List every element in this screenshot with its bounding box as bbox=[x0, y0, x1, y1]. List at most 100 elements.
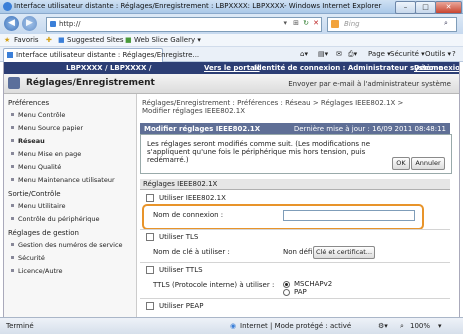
zoom-dropdown-icon[interactable]: ▾ bbox=[438, 322, 442, 330]
tab-current[interactable]: Interface utilisateur distante : Réglage… bbox=[3, 48, 199, 63]
title-bar: Interface utilisateur distante : Réglage… bbox=[0, 0, 463, 14]
dropdown-icon[interactable]: ▾ bbox=[283, 19, 287, 27]
refresh-icon[interactable]: ↻ bbox=[303, 19, 309, 27]
mail-admin-link[interactable]: Envoyer par e-mail à l'administrateur sy… bbox=[288, 80, 451, 88]
page-header: Réglages/Enregistrement Envoyer par e-ma… bbox=[4, 74, 459, 94]
use-peap-label: Utiliser PEAP bbox=[159, 302, 204, 310]
remote-ui-topbar: LBPXXXX / LBPXXXX / Vers le portail Iden… bbox=[4, 62, 459, 74]
maximize-button[interactable]: □ bbox=[415, 1, 436, 14]
home-icon[interactable]: ⌂▾ bbox=[300, 50, 308, 58]
page-menu[interactable]: Page ▾ bbox=[368, 50, 391, 58]
section-title: Réglages IEEE802.1X bbox=[143, 180, 218, 188]
sidebar-item-service-numbers[interactable]: Gestion des numéros de service bbox=[11, 241, 123, 249]
page-icon bbox=[50, 21, 56, 27]
divider bbox=[140, 298, 450, 299]
use-ieee-checkbox[interactable] bbox=[146, 194, 154, 202]
settings-logo-icon bbox=[8, 77, 20, 89]
use-tls-checkbox[interactable] bbox=[146, 233, 154, 241]
stop-icon[interactable]: ✕ bbox=[313, 19, 319, 27]
feeds-icon[interactable]: ▤▾ bbox=[318, 50, 328, 58]
sidebar-item-license[interactable]: Licence/Autre bbox=[11, 267, 63, 275]
modify-header-bar: Modifier réglages IEEE802.1X Dernière mi… bbox=[140, 123, 450, 134]
status-text: Terminé bbox=[6, 322, 34, 330]
pap-radio[interactable] bbox=[283, 289, 290, 296]
tab-title: Interface utilisateur distante : Réglage… bbox=[16, 51, 200, 59]
print-icon[interactable]: ⎙▾ bbox=[348, 50, 357, 59]
sidebar-item-network[interactable]: Réseau bbox=[11, 137, 45, 145]
use-peap-checkbox[interactable] bbox=[146, 302, 154, 310]
use-ieee-label: Utiliser IEEE802.1X bbox=[159, 194, 226, 202]
security-menu[interactable]: Sécurité ▾ bbox=[390, 50, 425, 58]
zoom-level[interactable]: 100% bbox=[410, 322, 430, 330]
use-tls-label: Utiliser TLS bbox=[159, 233, 199, 241]
zone-text: Internet | Mode protégé : activé bbox=[240, 322, 352, 330]
last-update: Dernière mise à jour : 16/09 2011 08:48:… bbox=[293, 125, 446, 133]
divider bbox=[140, 229, 450, 230]
pap-label: PAP bbox=[294, 288, 307, 296]
use-ttls-checkbox[interactable] bbox=[146, 266, 154, 274]
favorites-bar: ★ Favoris ✚ ■ Suggested Sites ▾ ■ Web Sl… bbox=[0, 34, 463, 47]
web-slice-gallery-link[interactable]: Web Slice Gallery ▾ bbox=[134, 36, 201, 44]
sidebar-item-layout[interactable]: Menu Mise en page bbox=[10, 150, 81, 158]
sidebar-section-management: Réglages de gestion bbox=[8, 229, 79, 237]
back-button[interactable]: ◀ bbox=[4, 16, 19, 31]
minimize-button[interactable]: – bbox=[395, 1, 416, 14]
use-ttls-label: Utiliser TTLS bbox=[159, 266, 203, 274]
message-box: Les réglages seront modifiés comme suit.… bbox=[140, 134, 452, 174]
mschapv2-label: MSCHAPv2 bbox=[294, 280, 333, 288]
globe-icon: ◉ bbox=[230, 322, 237, 330]
mschapv2-radio[interactable] bbox=[283, 281, 290, 288]
help-icon[interactable]: ? bbox=[452, 50, 456, 58]
breadcrumb: Réglages/Enregistrement : Préférences : … bbox=[142, 99, 404, 115]
search-placeholder: Bing bbox=[344, 20, 360, 28]
ie-logo-icon bbox=[3, 2, 12, 11]
tab-row: Interface utilisateur distante : Réglage… bbox=[0, 47, 463, 63]
star-icon: ★ bbox=[4, 36, 11, 44]
portal-link[interactable]: Vers le portail bbox=[204, 64, 260, 72]
address-row: ◀ ▶ http:// ▾ ⊞ ↻ ✕ Bing ⌕ bbox=[0, 14, 463, 34]
status-bar: Terminé ◉ Internet | Mode protégé : acti… bbox=[0, 317, 463, 334]
tools-menu[interactable]: Outils ▾ bbox=[425, 50, 451, 58]
logout-link[interactable]: Déconnexion bbox=[414, 64, 459, 72]
tab-page-icon bbox=[7, 52, 13, 58]
favorites-button[interactable]: Favoris bbox=[14, 36, 39, 44]
add-favorite-icon[interactable]: ✚ bbox=[46, 36, 52, 44]
divider bbox=[140, 262, 450, 263]
close-button[interactable]: ✕ bbox=[435, 1, 462, 14]
device-name: LBPXXXX / LBPXXXX / bbox=[66, 64, 152, 72]
window-title: Interface utilisateur distante : Réglage… bbox=[14, 2, 382, 10]
sidebar-item-device-control[interactable]: Contrôle du périphérique bbox=[10, 215, 99, 223]
mail-icon[interactable]: ✉ bbox=[336, 50, 342, 58]
security-icon[interactable]: ⚙▾ bbox=[378, 322, 388, 330]
key-name-label: Nom de clé à utiliser : bbox=[153, 248, 230, 256]
key-certificate-button[interactable]: Clé et certificat... bbox=[313, 246, 375, 259]
sidebar-item-maintenance[interactable]: Menu Maintenance utilisateur bbox=[11, 176, 115, 184]
login-name-field[interactable] bbox=[283, 210, 415, 221]
suggested-icon: ■ bbox=[58, 36, 65, 44]
message-text: Les réglages seront modifiés comme suit.… bbox=[147, 140, 371, 164]
address-bar[interactable]: http:// ▾ ⊞ ↻ ✕ bbox=[46, 17, 322, 32]
bing-icon bbox=[331, 20, 339, 28]
section-header: Réglages IEEE802.1X bbox=[140, 179, 450, 190]
main-panel: Réglages/Enregistrement : Préférences : … bbox=[137, 94, 459, 317]
webslice-icon: ■ bbox=[125, 36, 132, 44]
ttls-protocol-label: TTLS (Protocole interne) à utiliser : bbox=[153, 281, 275, 289]
cancel-button[interactable]: Annuler bbox=[411, 157, 445, 170]
forward-button[interactable]: ▶ bbox=[22, 16, 37, 31]
sidebar: Préférences Menu Contrôle Menu Source pa… bbox=[4, 94, 137, 317]
sidebar-item-control[interactable]: Menu Contrôle bbox=[10, 111, 65, 119]
search-box[interactable]: Bing ⌕ bbox=[327, 17, 457, 32]
modify-title: Modifier réglages IEEE802.1X bbox=[144, 125, 261, 133]
sidebar-item-utility[interactable]: Menu Utilitaire bbox=[11, 202, 66, 210]
suggested-sites-link[interactable]: Suggested Sites ▾ bbox=[67, 36, 129, 44]
sidebar-section-output: Sortie/Contrôle bbox=[8, 190, 61, 198]
url-text: http:// bbox=[59, 20, 81, 28]
sidebar-item-paper-source[interactable]: Menu Source papier bbox=[10, 124, 83, 132]
sidebar-item-security[interactable]: Sécurité bbox=[11, 254, 45, 262]
login-name-label: Nom de connexion : bbox=[153, 211, 224, 219]
compat-icon[interactable]: ⊞ bbox=[293, 19, 299, 27]
sidebar-item-quality[interactable]: Menu Qualité bbox=[10, 163, 61, 171]
search-icon[interactable]: ⌕ bbox=[444, 19, 448, 28]
ok-button[interactable]: OK bbox=[392, 157, 410, 170]
zoom-icon[interactable]: ⌕ bbox=[400, 322, 404, 331]
